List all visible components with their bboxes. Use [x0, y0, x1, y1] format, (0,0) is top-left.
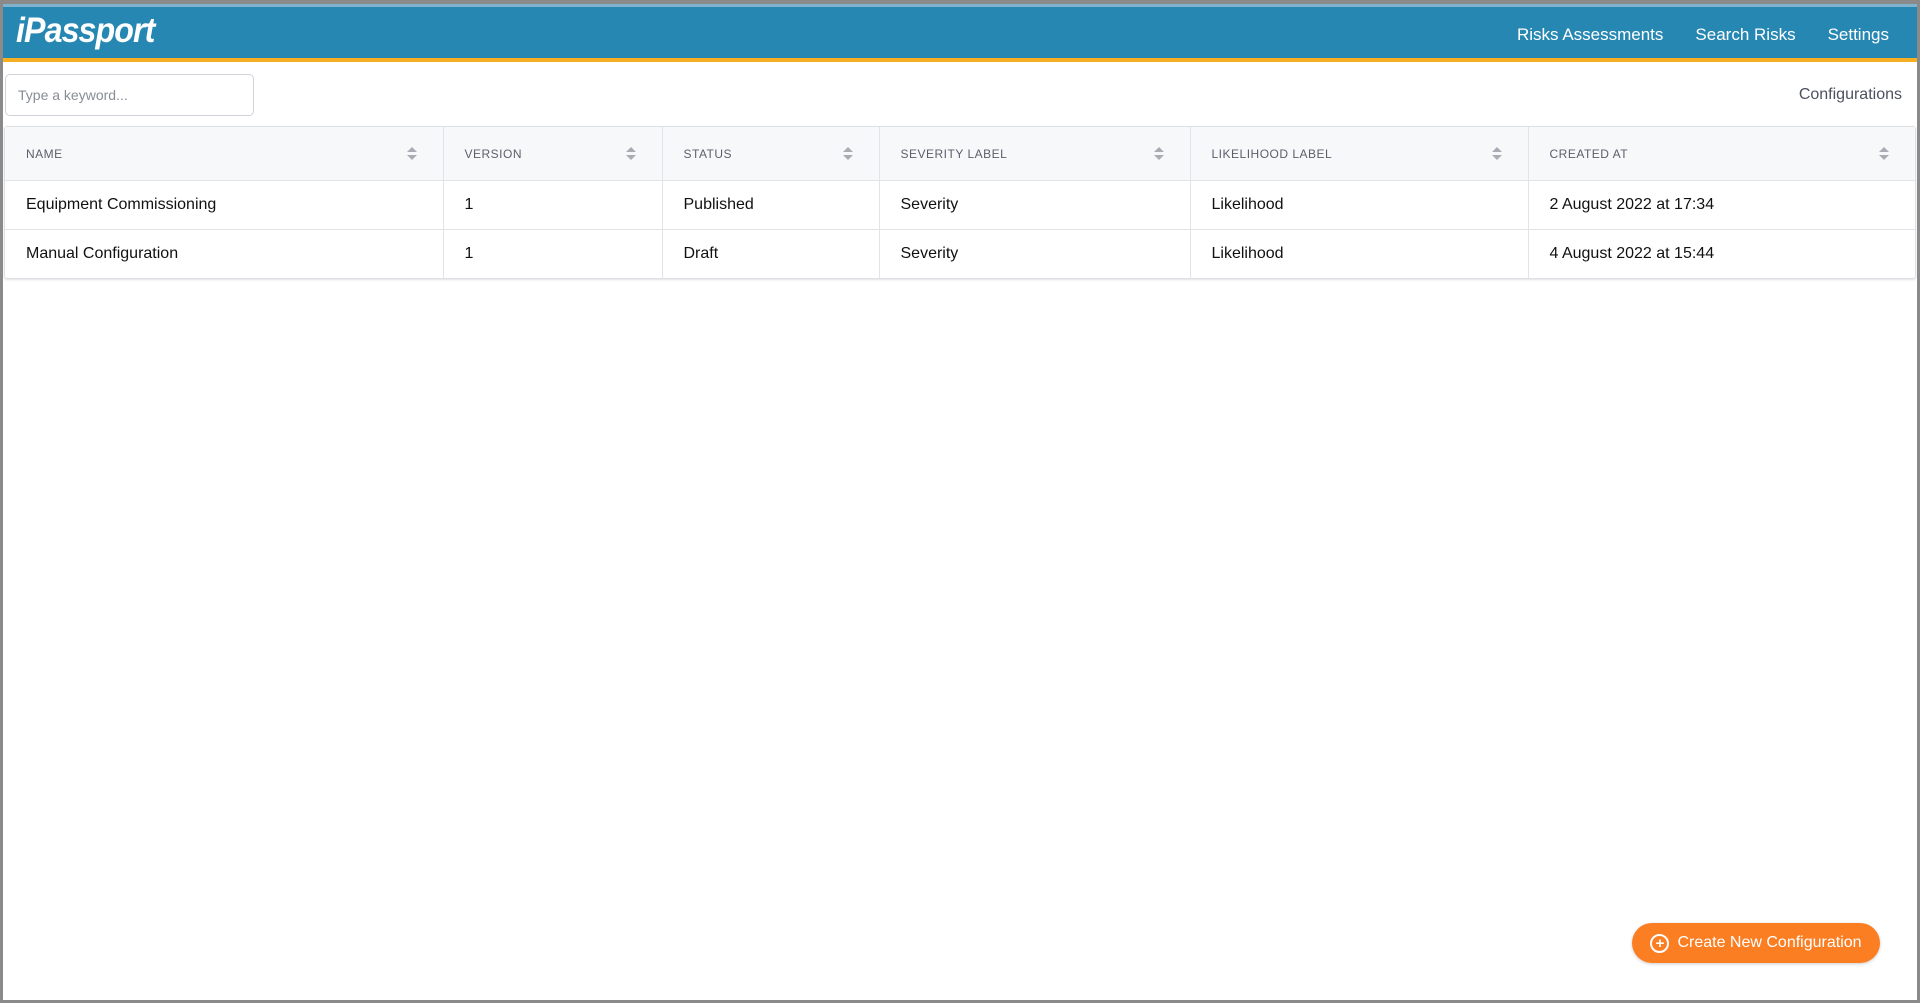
table-row[interactable]: Equipment Commissioning 1 Published Severit… [5, 180, 1915, 230]
table-cell: 4 August 2022 at 15:44 [1549, 244, 1715, 262]
configurations-table: NAME VERSION STATUS SEVERITY LABEL LIKELIHOO… [4, 126, 1916, 279]
table-cell: 2 August 2022 at 17:34 [1528, 180, 1915, 230]
column-header-likelihood-label[interactable]: LIKELIHOOD LABEL [1190, 127, 1529, 181]
table-cell: Severity [879, 229, 1191, 278]
column-header-label: VERSION [464, 147, 523, 161]
column-header-created-at[interactable]: CREATED AT [1528, 127, 1915, 181]
sort-icon[interactable] [406, 147, 417, 161]
sort-icon[interactable] [1153, 147, 1164, 161]
column-header-version[interactable]: VERSION [443, 127, 663, 181]
table-cell: Equipment Commissioning [5, 180, 444, 230]
plus-circle-icon: + [1650, 933, 1670, 953]
breadcrumb: Configurations [1798, 86, 1902, 103]
top-navbar: iPassport Risks Assessments Search Risks… [3, 4, 1917, 62]
sort-icon[interactable] [842, 147, 853, 161]
nav-settings[interactable]: Settings [1828, 25, 1889, 45]
create-button-label: Create New Configuration [1677, 934, 1862, 951]
nav-search-risks[interactable]: Search Risks [1695, 25, 1795, 45]
table-cell: Severity [879, 180, 1191, 230]
sort-icon[interactable] [1491, 147, 1502, 161]
logo[interactable]: iPassport [16, 11, 155, 51]
search-input[interactable] [5, 74, 254, 116]
table-cell: Likelihood [1190, 229, 1529, 278]
sort-icon[interactable] [625, 147, 636, 161]
table-cell: Likelihood [1190, 180, 1529, 230]
sort-icon[interactable] [1879, 147, 1889, 161]
create-new-configuration-button[interactable]: + Create New Configuration [1632, 923, 1880, 963]
column-header-name[interactable]: NAME [5, 127, 444, 181]
nav-risks-assessments[interactable]: Risks Assessments [1517, 25, 1663, 45]
app-window: iPassport Risks Assessments Search Risks… [3, 4, 1917, 1000]
table-cell: Manual Configuration [5, 229, 444, 278]
column-header-label: LIKELIHOOD LABEL [1211, 147, 1333, 161]
table-row[interactable]: Manual Configuration 1 Draft Severity Likeli… [5, 229, 1915, 278]
column-header-label: NAME [26, 147, 63, 161]
table-cell: Published [662, 180, 880, 230]
column-header-status[interactable]: STATUS [662, 127, 880, 181]
table-cell: Draft [662, 229, 880, 278]
column-header-severity-label[interactable]: SEVERITY LABEL [879, 127, 1191, 181]
column-header-label: STATUS [683, 147, 733, 161]
table-cell: 1 [443, 180, 663, 230]
column-header-label: CREATED AT [1549, 147, 1629, 161]
table-cell: 1 [443, 229, 663, 278]
column-header-label: SEVERITY LABEL [900, 147, 1008, 161]
main-nav: Risks Assessments Search Risks Settings [1517, 25, 1889, 45]
